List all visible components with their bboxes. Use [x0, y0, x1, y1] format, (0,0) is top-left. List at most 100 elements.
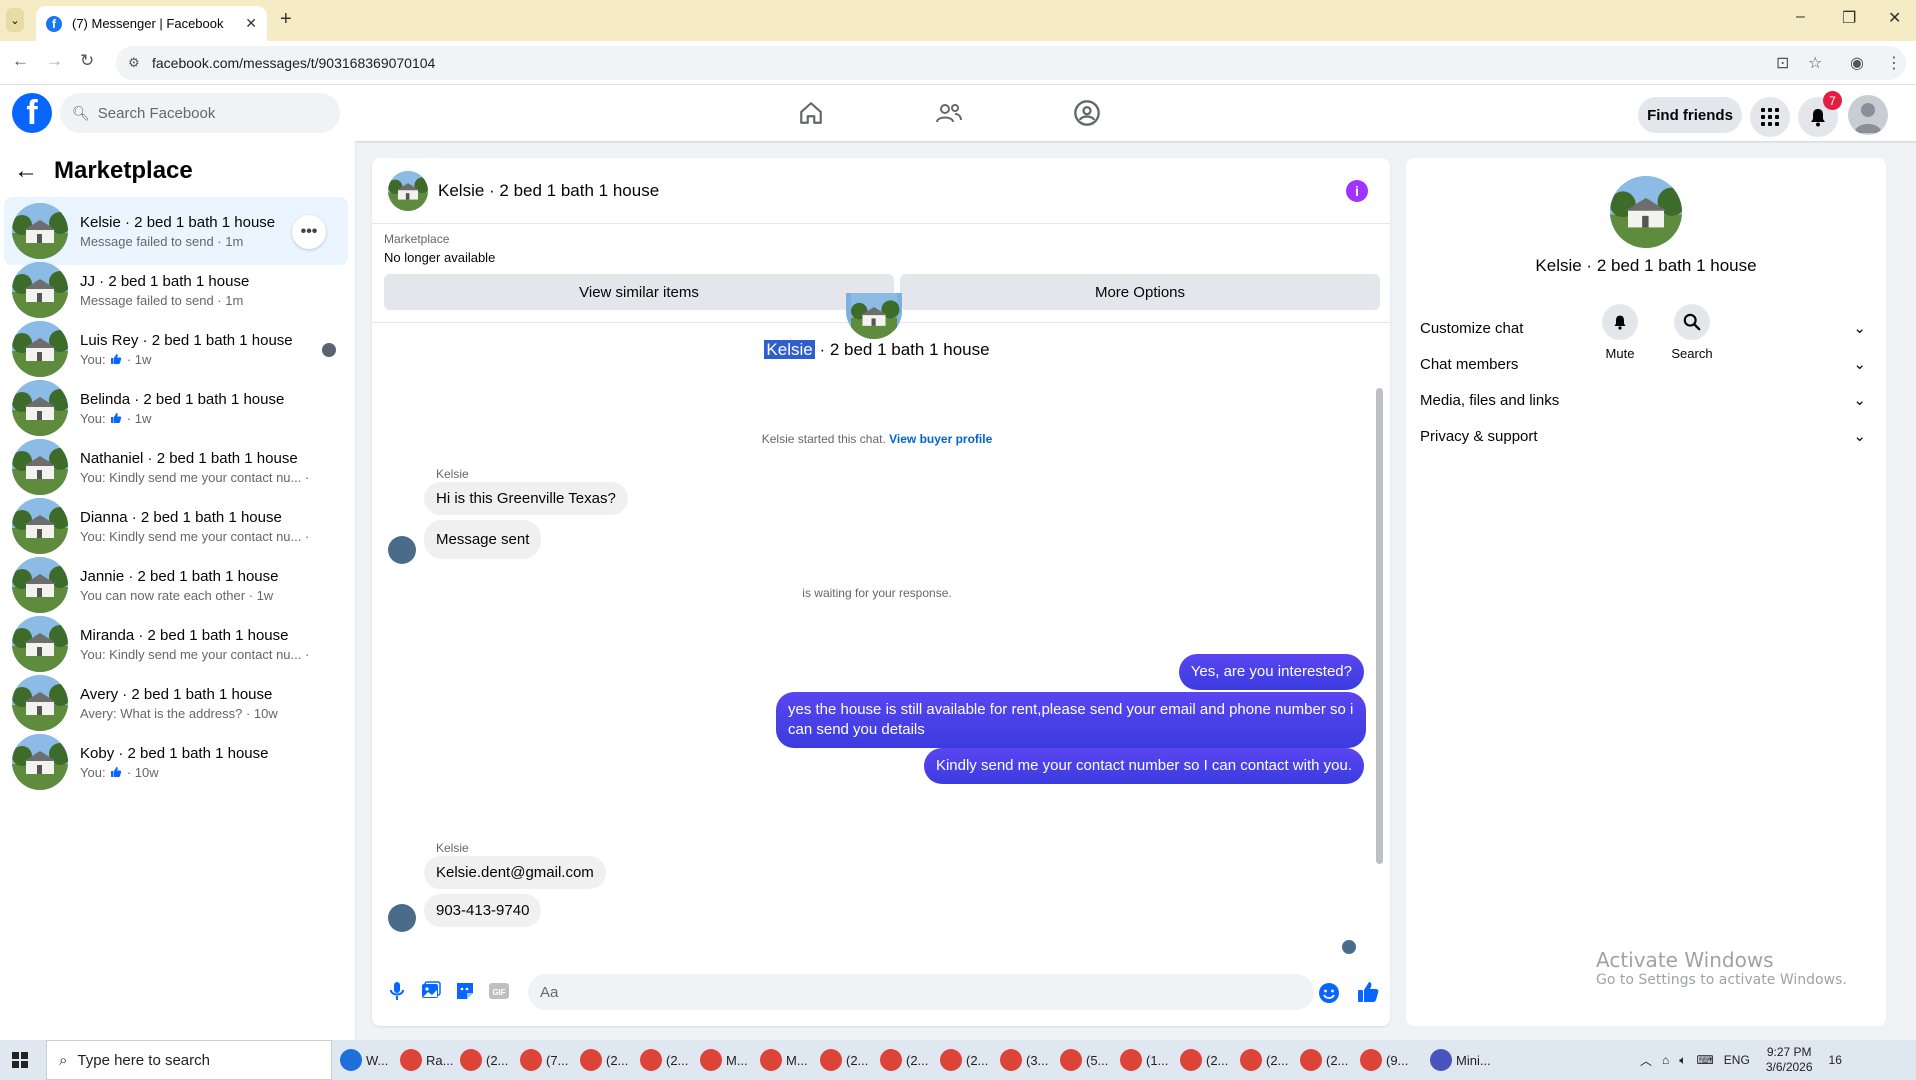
restore-icon[interactable]: ❐ [1842, 8, 1856, 28]
taskbar-app[interactable]: W... [340, 1046, 388, 1074]
conversation-row[interactable]: Jannie · 2 bed 1 bath 1 house You can no… [4, 551, 348, 619]
keyboard-icon[interactable]: ⌨ [1696, 1053, 1713, 1067]
conversation-row[interactable]: Avery · 2 bed 1 bath 1 house Avery: What… [4, 669, 348, 737]
taskbar-app[interactable]: Mini... [1430, 1046, 1491, 1074]
more-options-button[interactable]: More Options [900, 274, 1380, 310]
url-text: facebook.com/messages/t/903168369070104 [152, 55, 436, 71]
info-section-1[interactable]: Customize chat ⌄ [1420, 308, 1872, 348]
taskbar-app[interactable]: (2... [580, 1046, 628, 1074]
tray-chevron-icon[interactable]: ︿ [1640, 1052, 1652, 1069]
taskbar-app[interactable]: Ra... [400, 1046, 453, 1074]
outgoing-message[interactable]: Kindly send me your contact number so I … [923, 748, 1364, 784]
account-avatar[interactable] [1848, 95, 1888, 135]
install-app-icon[interactable]: ⊡ [1776, 53, 1789, 73]
back-arrow-icon[interactable]: ← [14, 157, 38, 185]
taskbar-app[interactable]: (2... [880, 1046, 928, 1074]
conversation-row[interactable]: Koby · 2 bed 1 bath 1 house You: · 10w [4, 728, 348, 796]
sticker-icon[interactable] [454, 980, 476, 1002]
conversation-row[interactable]: Belinda · 2 bed 1 bath 1 house You: · 1w [4, 374, 348, 442]
taskbar-app[interactable]: (5... [1060, 1046, 1108, 1074]
minimize-icon[interactable]: – [1796, 8, 1805, 26]
info-section-3[interactable]: Media, files and links ⌄ [1420, 380, 1872, 420]
incoming-message[interactable]: 903-413-9740 [424, 894, 542, 927]
taskbar-app[interactable]: (2... [820, 1046, 868, 1074]
taskbar-app[interactable]: (2... [1240, 1046, 1288, 1074]
message-input[interactable]: Aa [528, 974, 1314, 1010]
app-icon [940, 1049, 962, 1071]
taskbar-app[interactable]: (2... [1300, 1046, 1348, 1074]
conversation-name: Kelsie · 2 bed 1 bath 1 house [80, 213, 276, 231]
forward-icon[interactable]: → [46, 51, 63, 71]
browser-menu-icon[interactable]: ⋮ [1886, 53, 1902, 73]
new-tab-icon[interactable]: + [280, 8, 292, 31]
app-icon [1300, 1049, 1322, 1071]
sub-text: Message failed to send · 1m [80, 292, 244, 308]
browser-tab-messenger[interactable]: f (7) Messenger | Facebook ✕ [36, 6, 267, 41]
address-bar[interactable]: ⚙ facebook.com/messages/t/90316836907010… [116, 46, 1906, 80]
conversation-row[interactable]: Nathaniel · 2 bed 1 bath 1 house You: Ki… [4, 433, 348, 501]
message-scrollbar[interactable] [1374, 328, 1384, 968]
facebook-search-input[interactable]: 🔍︎ Search Facebook [60, 93, 340, 133]
taskbar-app[interactable]: (2... [640, 1046, 688, 1074]
taskbar-app[interactable]: (1... [1120, 1046, 1168, 1074]
info-section-4[interactable]: Privacy & support ⌄ [1420, 416, 1872, 456]
bookmark-star-icon[interactable]: ☆ [1808, 53, 1822, 73]
clock[interactable]: 9:27 PM 3/6/2026 [1766, 1045, 1813, 1075]
app-icon [1360, 1049, 1382, 1071]
windows-start-icon[interactable] [12, 1052, 28, 1068]
taskbar-app[interactable]: (3... [1000, 1046, 1048, 1074]
volume-icon[interactable]: 🔈︎ [1679, 1053, 1686, 1068]
taskbar-app[interactable]: M... [760, 1046, 808, 1074]
find-friends-button[interactable]: Find friends [1638, 97, 1742, 133]
back-icon[interactable]: ← [12, 51, 29, 71]
microphone-icon[interactable] [386, 980, 408, 1002]
tab-search-button[interactable]: ⌄ [6, 8, 24, 32]
outgoing-message[interactable]: Yes, are you interested? [1178, 654, 1364, 690]
conversation-row[interactable]: Miranda · 2 bed 1 bath 1 house You: Kind… [4, 610, 348, 678]
conversation-row[interactable]: Luis Rey · 2 bed 1 bath 1 house You: · 1… [4, 315, 348, 383]
taskbar-app[interactable]: (7... [520, 1046, 568, 1074]
network-icon[interactable]: ⌂ [1662, 1053, 1669, 1067]
scrollbar-thumb[interactable] [1376, 388, 1383, 864]
taskbar-app[interactable]: (2... [460, 1046, 508, 1074]
message-input-placeholder: Aa [540, 983, 559, 1001]
info-section-2[interactable]: Chat members ⌄ [1420, 344, 1872, 384]
close-window-icon[interactable]: ✕ [1888, 8, 1901, 28]
more-options-icon[interactable]: ••• [292, 215, 326, 249]
menu-grid-icon[interactable] [1750, 97, 1790, 137]
view-buyer-profile-link[interactable]: View buyer profile [889, 432, 992, 446]
notifications-bell-icon[interactable]: 7 [1798, 91, 1842, 137]
emoji-icon[interactable] [1318, 982, 1340, 1004]
incoming-message[interactable]: Hi is this Greenville Texas? [424, 482, 628, 515]
groups-icon[interactable] [1072, 99, 1102, 127]
taskbar-app[interactable]: (2... [1180, 1046, 1228, 1074]
incoming-message[interactable]: Message sent [424, 520, 542, 559]
close-tab-icon[interactable]: ✕ [245, 15, 257, 32]
taskbar-search-input[interactable]: ⌕ Type here to search [46, 1040, 332, 1080]
app-icon [340, 1049, 362, 1071]
language-indicator[interactable]: ENG [1724, 1053, 1750, 1067]
conversation-row[interactable]: Kelsie · 2 bed 1 bath 1 house Message fa… [4, 197, 348, 265]
notification-center-count[interactable]: 16 [1829, 1053, 1842, 1067]
photo-icon[interactable] [420, 980, 442, 1002]
gif-icon[interactable]: GIF [488, 980, 510, 1002]
info-icon[interactable]: i [1346, 180, 1368, 202]
reload-icon[interactable]: ↻ [80, 51, 94, 71]
view-similar-items-button[interactable]: View similar items [384, 274, 894, 310]
outgoing-message[interactable]: yes the house is still available for ren… [776, 692, 1366, 748]
conversation-row[interactable]: Dianna · 2 bed 1 bath 1 house You: Kindl… [4, 492, 348, 560]
friends-icon[interactable] [934, 99, 964, 127]
home-icon[interactable] [796, 99, 826, 127]
profile-icon[interactable]: ◉ [1850, 53, 1864, 73]
conversation-row[interactable]: JJ · 2 bed 1 bath 1 house Message failed… [4, 256, 348, 324]
taskbar-app[interactable]: M... [700, 1046, 748, 1074]
like-thumb-icon[interactable] [1356, 980, 1379, 1002]
taskbar-app[interactable]: (9... [1360, 1046, 1408, 1074]
incoming-message[interactable]: Kelsie.dent@gmail.com [424, 856, 606, 889]
facebook-favicon-icon: f [46, 15, 62, 32]
like-icon [109, 352, 123, 367]
chat-header[interactable]: Kelsie · 2 bed 1 bath 1 house i [372, 158, 1390, 224]
taskbar-app[interactable]: (2... [940, 1046, 988, 1074]
site-info-icon[interactable]: ⚙ [128, 55, 140, 71]
facebook-logo-icon[interactable]: f [12, 93, 52, 133]
